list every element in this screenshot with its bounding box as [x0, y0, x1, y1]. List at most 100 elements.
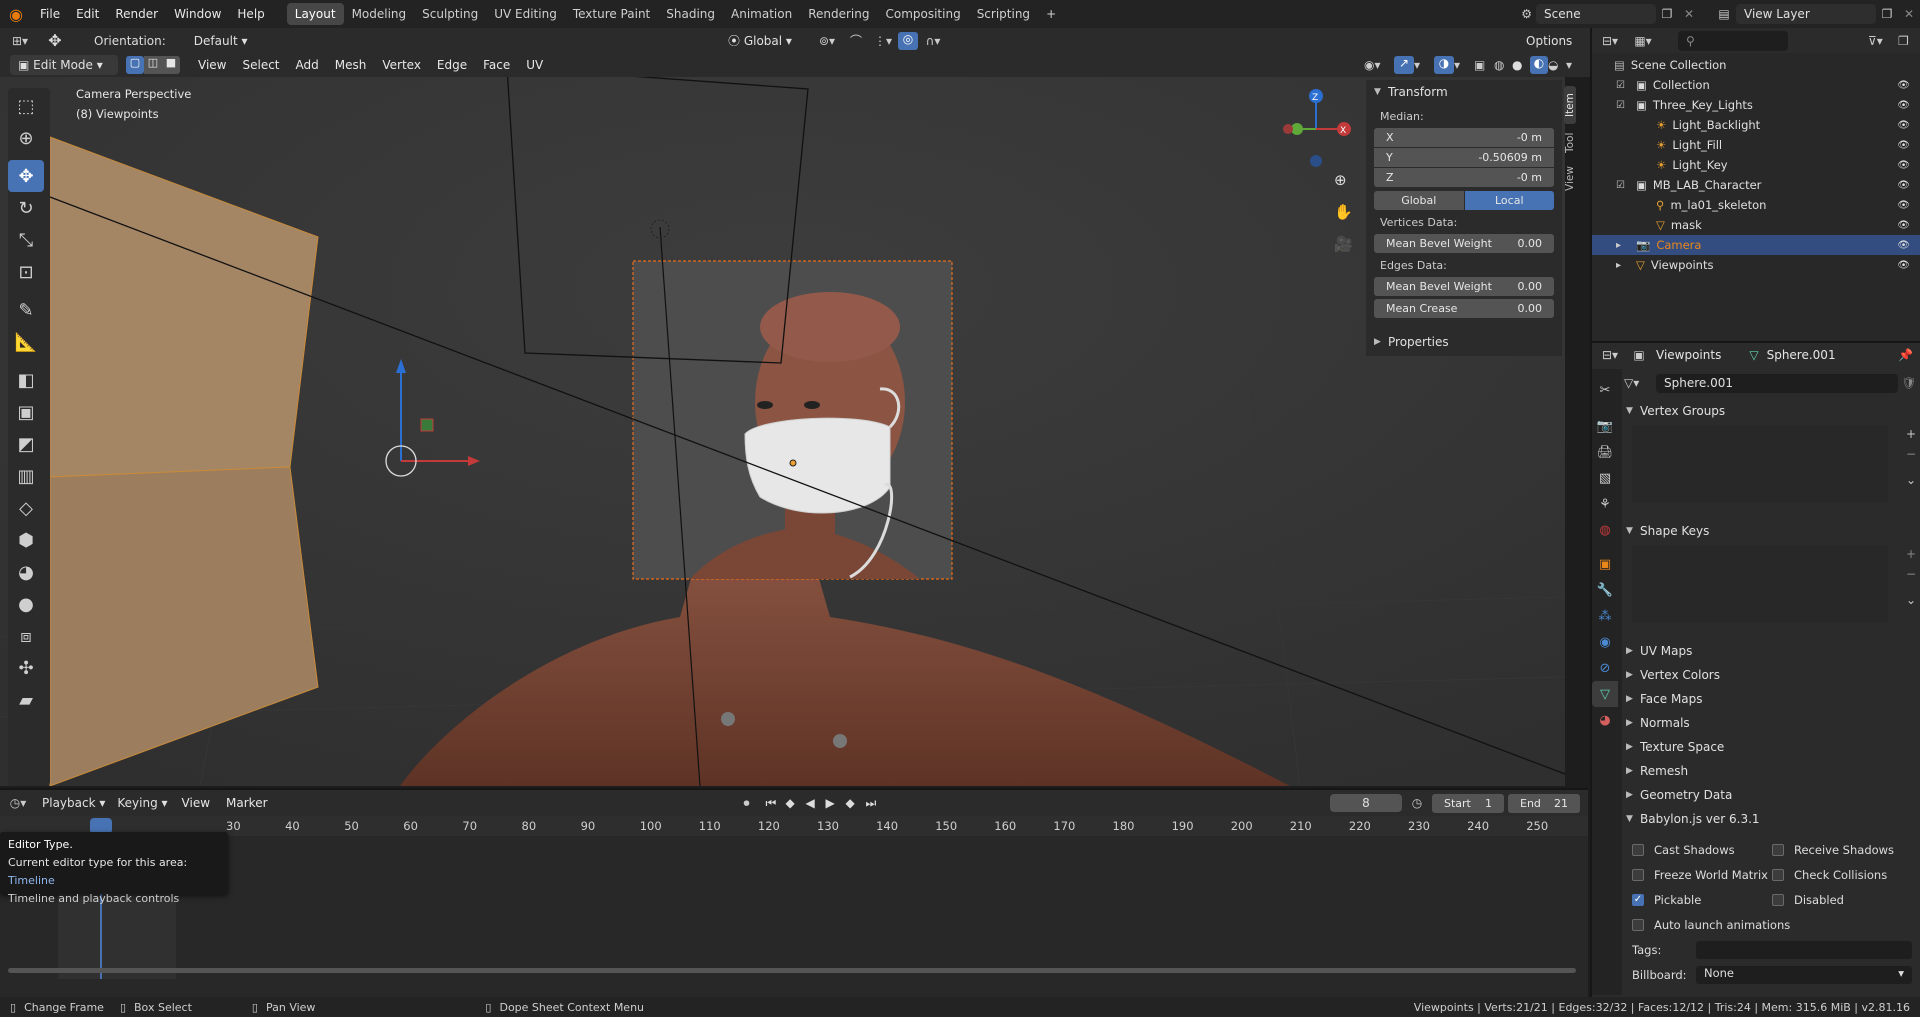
- snap-target-icon[interactable]: ⋮▾: [868, 34, 898, 48]
- vertex-group-remove-icon[interactable]: −: [1906, 447, 1916, 461]
- visibility-eye-icon[interactable]: 👁: [1897, 220, 1910, 231]
- play-reverse-icon[interactable]: ◀: [806, 796, 826, 810]
- visibility-eye-icon[interactable]: 👁: [1897, 80, 1910, 91]
- tab-sculpting[interactable]: Sculpting: [414, 3, 486, 25]
- shape-key-remove-icon[interactable]: −: [1906, 567, 1916, 581]
- section-remesh[interactable]: ▶ Remesh: [1624, 759, 1920, 783]
- current-frame-field[interactable]: 8: [1330, 794, 1402, 812]
- falloff-icon[interactable]: ∩▾: [918, 34, 948, 48]
- outliner-row-light-fill[interactable]: ☀ Light_Fill 👁: [1592, 135, 1920, 155]
- transform-orientation-dropdown[interactable]: ⦿ Global ▾: [720, 30, 800, 51]
- menu-window[interactable]: Window: [166, 0, 229, 28]
- scene-icon[interactable]: ⚙: [1521, 7, 1532, 21]
- output-props-icon[interactable]: 🖨: [1592, 439, 1618, 465]
- xray-icon[interactable]: ▣: [1474, 58, 1494, 72]
- outliner-row-viewpoints[interactable]: ▸ ▽ Viewpoints 👁: [1592, 255, 1920, 275]
- new-collection-icon[interactable]: ❐: [1898, 34, 1920, 48]
- zoom-icon[interactable]: ⊕: [1334, 171, 1347, 189]
- spin-tool-icon[interactable]: ◕: [8, 556, 44, 588]
- outliner-row-mb-lab-character[interactable]: ☑ ▣ MB_LAB_Character 👁: [1592, 175, 1920, 195]
- vertex-group-menu-icon[interactable]: ⌄: [1906, 473, 1916, 487]
- tags-input[interactable]: [1696, 940, 1912, 959]
- snap-icon[interactable]: ⌒: [844, 32, 868, 49]
- global-button[interactable]: Global: [1374, 191, 1464, 210]
- measure-tool-icon[interactable]: 📐: [8, 326, 44, 358]
- data-props-icon[interactable]: ▽: [1592, 681, 1618, 707]
- auto-launch-checkbox[interactable]: Auto launch animations: [1632, 912, 1912, 937]
- properties-panel-header[interactable]: ▶ Properties: [1366, 330, 1562, 354]
- shape-key-menu-icon[interactable]: ⌄: [1906, 593, 1916, 607]
- tab-layout[interactable]: Layout: [286, 3, 344, 25]
- babylon-header[interactable]: ▼ Babylon.js ver 6.3.1: [1624, 807, 1920, 831]
- keying-menu[interactable]: Keying ▾: [111, 793, 174, 813]
- filter-icon[interactable]: ⊽▾: [1868, 34, 1898, 48]
- preview-range-icon[interactable]: ◷: [1402, 796, 1432, 810]
- check-collisions-checkbox[interactable]: Check Collisions: [1772, 868, 1912, 882]
- shape-key-add-icon[interactable]: +: [1906, 547, 1916, 561]
- vertex-bevel-weight-field[interactable]: Mean Bevel Weight 0.00: [1374, 234, 1554, 253]
- end-frame-field[interactable]: End 21: [1508, 793, 1580, 813]
- section-normals[interactable]: ▶ Normals: [1624, 711, 1920, 735]
- visibility-eye-icon[interactable]: 👁: [1897, 120, 1910, 131]
- select-mode-face-icon[interactable]: ■: [162, 56, 180, 74]
- particles-props-icon[interactable]: ⁂: [1592, 603, 1618, 629]
- tab-texture-paint[interactable]: Texture Paint: [565, 3, 658, 25]
- vertex-groups-list[interactable]: [1632, 425, 1888, 503]
- mean-crease-field[interactable]: Mean Crease 0.00: [1374, 299, 1554, 318]
- tab-rendering[interactable]: Rendering: [800, 3, 877, 25]
- edge-slide-tool-icon[interactable]: ⧈: [8, 620, 44, 652]
- tab-compositing[interactable]: Compositing: [877, 3, 968, 25]
- view-layer-field[interactable]: View Layer: [1736, 4, 1876, 24]
- outliner-row-m-la01-skeleton[interactable]: ⚲ m_la01_skeleton 👁: [1592, 195, 1920, 215]
- outliner-editor-type-icon[interactable]: ⊟▾: [1592, 34, 1628, 48]
- receive-shadows-checkbox[interactable]: Receive Shadows: [1772, 843, 1912, 857]
- jump-end-icon[interactable]: ⏭: [866, 796, 886, 811]
- exclude-checkbox[interactable]: ☑: [1616, 80, 1630, 91]
- section-uv-maps[interactable]: ▶ UV Maps: [1624, 639, 1920, 663]
- scene-props-icon[interactable]: ⚘: [1592, 491, 1618, 517]
- editor-type-icon[interactable]: ⊞▾: [0, 34, 40, 48]
- transform-header[interactable]: ▼ Transform: [1366, 80, 1562, 104]
- mesh-data-dropdown-icon[interactable]: ▽▾: [1624, 376, 1656, 390]
- options-dropdown[interactable]: Options ▾: [1518, 30, 1582, 68]
- constraints-props-icon[interactable]: ⊘: [1592, 655, 1618, 681]
- section-face-maps[interactable]: ▶ Face Maps: [1624, 687, 1920, 711]
- outliner-row-light-backlight[interactable]: ☀ Light_Backlight 👁: [1592, 115, 1920, 135]
- tab-view[interactable]: View: [1564, 162, 1576, 196]
- timeline-track-area[interactable]: [0, 836, 1588, 979]
- view-layer-props-icon[interactable]: ▧: [1592, 465, 1618, 491]
- pan-hand-icon[interactable]: ✋: [1334, 203, 1353, 221]
- modifier-props-icon[interactable]: 🔧: [1592, 577, 1618, 603]
- loop-cut-tool-icon[interactable]: ▥: [8, 460, 44, 492]
- shading-dropdown-icon[interactable]: ▾: [1566, 58, 1590, 72]
- shape-keys-header[interactable]: ▼ Shape Keys: [1624, 519, 1920, 543]
- select-mode-edge-icon[interactable]: ◫: [144, 56, 162, 74]
- gizmo-dropdown-icon[interactable]: ▾: [1414, 58, 1434, 72]
- playback-menu[interactable]: Playback ▾: [36, 793, 112, 813]
- frame-ruler[interactable]: 30 40 50 60 70 80 90 100 110 120 130 140 150 160 170 18…: [0, 816, 1588, 836]
- exclude-checkbox[interactable]: ☑: [1616, 180, 1630, 191]
- play-icon[interactable]: ▶: [826, 796, 846, 810]
- properties-editor-type-icon[interactable]: ⊟▾: [1592, 348, 1628, 362]
- vp-menu-view[interactable]: View: [190, 51, 234, 79]
- vertex-group-add-icon[interactable]: +: [1906, 427, 1916, 441]
- vp-menu-add[interactable]: Add: [288, 51, 327, 79]
- overlays-dropdown-icon[interactable]: ▾: [1454, 58, 1474, 72]
- tab-animation[interactable]: Animation: [723, 3, 800, 25]
- scene-collection-row[interactable]: ▤ Scene Collection: [1592, 55, 1920, 75]
- shading-wireframe-icon[interactable]: ◍: [1494, 58, 1512, 72]
- edge-bevel-weight-field[interactable]: Mean Bevel Weight 0.00: [1374, 277, 1554, 296]
- vp-menu-face[interactable]: Face: [475, 51, 518, 79]
- extrude-tool-icon[interactable]: ◧: [8, 364, 44, 396]
- view-layer-icon[interactable]: ▤: [1712, 7, 1736, 21]
- transform-tool-icon[interactable]: ⊡: [8, 256, 44, 288]
- timeline-view-menu[interactable]: View: [174, 789, 218, 817]
- blender-logo-icon[interactable]: ◉: [0, 5, 32, 24]
- median-y-field[interactable]: Y -0.50609 m: [1374, 148, 1554, 167]
- annotate-tool-icon[interactable]: ✎: [8, 294, 44, 326]
- camera-view-icon[interactable]: 🎥: [1334, 235, 1353, 253]
- jump-keyframe-forward-icon[interactable]: ◆: [846, 796, 866, 810]
- orientation-dropdown[interactable]: Default ▾: [185, 30, 282, 51]
- local-button[interactable]: Local: [1464, 191, 1554, 210]
- visibility-eye-icon[interactable]: 👁: [1897, 260, 1910, 271]
